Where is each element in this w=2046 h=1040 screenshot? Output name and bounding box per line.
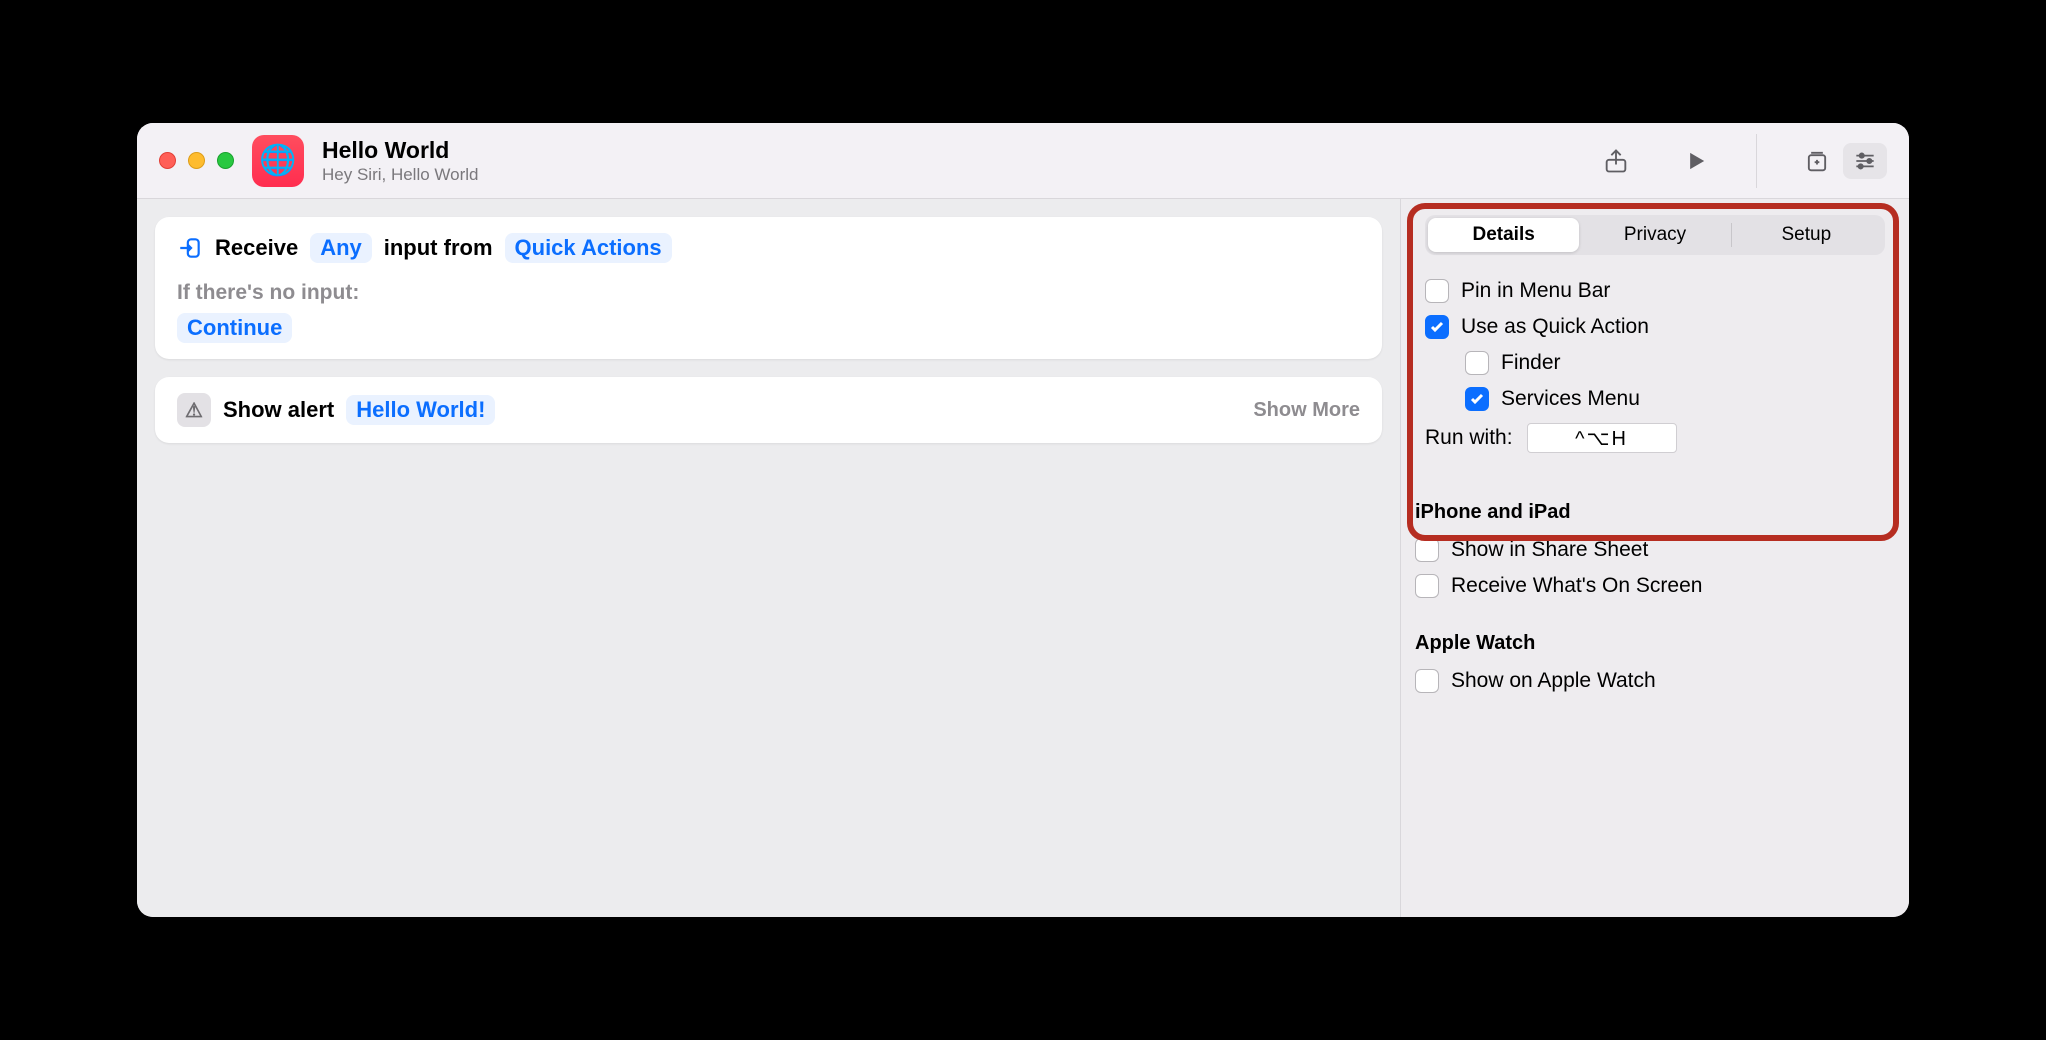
noinput-token[interactable]: Continue [177, 313, 292, 343]
receive-screen-label: Receive What's On Screen [1451, 574, 1702, 598]
shortcuts-editor-window: 🌐 Hello World Hey Siri, Hello World [137, 123, 1909, 917]
inspector-tabs: Details Privacy Setup [1425, 215, 1885, 255]
library-button[interactable] [1801, 145, 1833, 177]
quick-action-label: Use as Quick Action [1461, 315, 1649, 339]
show-more-button[interactable]: Show More [1253, 399, 1360, 422]
input-from-label: input from [384, 235, 493, 261]
inspector-panel: Details Privacy Setup Pin in Menu Bar Us… [1401, 199, 1909, 917]
keyboard-shortcut-field[interactable]: ^⌥H [1527, 423, 1677, 453]
finder-checkbox[interactable] [1465, 351, 1489, 375]
services-menu-label: Services Menu [1501, 387, 1640, 411]
finder-label: Finder [1501, 351, 1561, 375]
alert-icon: ⚠︎ [177, 393, 211, 427]
input-type-token[interactable]: Any [310, 233, 372, 263]
shortcut-subtitle: Hey Siri, Hello World [322, 164, 479, 185]
share-button[interactable] [1600, 145, 1632, 177]
workflow-canvas[interactable]: Receive Any input from Quick Actions If … [137, 199, 1401, 917]
input-source-token[interactable]: Quick Actions [505, 233, 672, 263]
globe-icon: 🌐 [259, 143, 296, 178]
apple-watch-label: Show on Apple Watch [1451, 669, 1656, 693]
title-block: Hello World Hey Siri, Hello World [322, 136, 479, 186]
tab-privacy[interactable]: Privacy [1579, 218, 1730, 252]
alert-text-token[interactable]: Hello World! [346, 395, 495, 425]
section-apple-watch: Apple Watch [1415, 632, 1895, 655]
toolbar-right [1600, 134, 1887, 188]
noinput-label: If there's no input: [177, 281, 1360, 305]
inspector-toggle-button[interactable] [1843, 143, 1887, 179]
pin-menubar-checkbox[interactable] [1425, 279, 1449, 303]
tab-details[interactable]: Details [1428, 218, 1579, 252]
share-sheet-label: Show in Share Sheet [1451, 538, 1648, 562]
quick-action-checkbox[interactable] [1425, 315, 1449, 339]
content-split: Receive Any input from Quick Actions If … [137, 199, 1909, 917]
pin-menubar-label: Pin in Menu Bar [1461, 279, 1610, 303]
library-icon [1803, 147, 1831, 175]
action-receive[interactable]: Receive Any input from Quick Actions If … [155, 217, 1382, 359]
shortcut-icon: 🌐 [252, 135, 304, 187]
run-with-label: Run with: [1425, 426, 1513, 450]
titlebar: 🌐 Hello World Hey Siri, Hello World [137, 123, 1909, 199]
shortcut-title: Hello World [322, 136, 479, 165]
share-icon [1602, 147, 1630, 175]
run-button[interactable] [1680, 145, 1712, 177]
section-iphone-ipad: iPhone and iPad [1415, 501, 1895, 524]
apple-watch-checkbox[interactable] [1415, 669, 1439, 693]
receive-label: Receive [215, 235, 298, 261]
receive-screen-checkbox[interactable] [1415, 574, 1439, 598]
input-icon [177, 235, 203, 261]
action-show-alert[interactable]: ⚠︎ Show alert Hello World! Show More [155, 377, 1382, 443]
services-menu-checkbox[interactable] [1465, 387, 1489, 411]
show-alert-label: Show alert [223, 397, 334, 423]
minimize-window-button[interactable] [188, 152, 205, 169]
warning-icon: ⚠︎ [185, 398, 203, 423]
play-icon [1682, 147, 1710, 175]
zoom-window-button[interactable] [217, 152, 234, 169]
share-sheet-checkbox[interactable] [1415, 538, 1439, 562]
sliders-icon [1852, 148, 1878, 174]
close-window-button[interactable] [159, 152, 176, 169]
window-controls [159, 152, 234, 169]
toolbar-divider [1756, 134, 1757, 188]
tab-setup[interactable]: Setup [1731, 218, 1882, 252]
